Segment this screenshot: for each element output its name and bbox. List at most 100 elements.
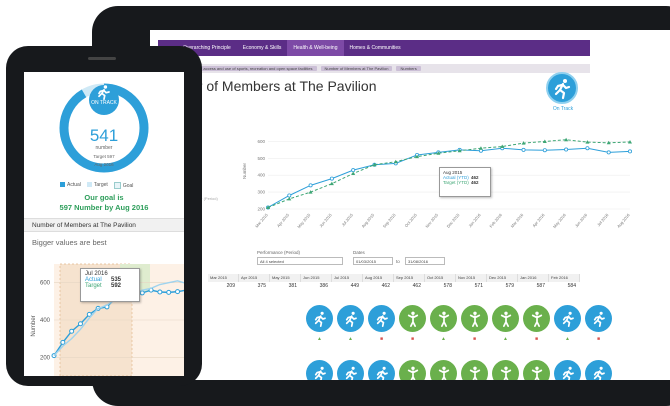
date-from-field[interactable]: 01/03/2015 [353,257,393,265]
value-cell: 571 [474,283,483,289]
month-column-header: Nov 2015 [456,274,487,282]
x-tick-label: Jun 2016 [574,212,589,228]
standing-status-icon[interactable] [523,305,550,332]
month-column-header: Dec 2015 [487,274,518,282]
month-column-header: Apr 2015 [239,274,270,282]
data-point [542,148,547,153]
flag-row: ▲ ▲ ■ ■ ▲ ■ ▲ ■ ▲ ■ [306,336,612,344]
y-tick-label: 500 [257,156,265,161]
status-icon-row-2 [306,360,612,380]
running-status-icon[interactable] [585,360,612,380]
running-status-icon[interactable] [306,305,333,332]
month-column-header: Jul 2015 [332,274,363,282]
breadcrumb-item[interactable]: Improve access and use of sports, recrea… [183,66,317,71]
date-to-field[interactable]: 31/08/2016 [405,257,445,265]
month-column-header: Jan 2016 [518,274,549,282]
standing-status-icon[interactable] [492,360,519,380]
breadcrumb-item[interactable]: Numbers [396,66,421,71]
x-tick-label: May 2015 [296,212,312,229]
data-point [175,289,181,295]
trend-flag-icon: ▲ [565,336,570,342]
tooltip-target-label: Target (YTD) [443,180,469,185]
data-point [564,147,569,152]
x-tick-label: Jul 2015 [340,212,354,227]
standing-status-icon[interactable] [461,360,488,380]
section-title: Number of Members at The Pavilion [24,218,184,232]
nav-item-economy-skills[interactable]: Economy & Skills [237,40,288,56]
standing-status-icon[interactable] [523,360,550,380]
legend-target: Target [86,182,108,189]
performance-filter-label: Performance (Period) [257,250,301,255]
goal-statement: 597 Number by Aug 2016 [59,203,149,212]
performance-select[interactable]: All 4 selected [257,257,343,265]
standing-status-icon[interactable] [430,305,457,332]
running-status-icon[interactable] [306,360,333,380]
trend-flag-icon: ▲ [503,336,508,342]
data-point [287,193,292,198]
running-status-icon[interactable] [554,360,581,380]
month-column-header: Jun 2015 [301,274,332,282]
month-column-header: Feb 2016 [549,274,580,282]
value-cell: 449 [350,283,359,289]
value-cell: 386 [319,283,328,289]
value-cell: 587 [536,283,545,289]
x-tick-label: Dec 2015 [446,212,461,229]
value-cell: 578 [443,283,452,289]
date-to-label: to [396,259,400,264]
data-point [329,176,334,181]
data-point [139,290,145,296]
y-tick-label: 600 [40,281,51,287]
standing-status-icon[interactable] [492,305,519,332]
breadcrumb-item[interactable]: Number of Members at The Pavilion [320,66,393,71]
running-status-icon[interactable] [337,360,364,380]
x-tick-label: Jul 2016 [596,212,610,227]
trend-flag-icon: ▲ [441,336,446,342]
month-header-row: Mar 2015 Apr 2015 May 2015 Jun 2015 Jul 2015… [208,274,580,282]
standing-status-icon[interactable] [399,305,426,332]
tooltip-target-label: Target [85,283,102,289]
trend-flag-icon: ■ [379,336,384,342]
trend-flag-icon: ■ [534,336,539,342]
nav-item-health-wellbeing[interactable]: Health & Well-being [287,40,344,56]
y-tick-label: 400 [40,318,51,324]
y-tick-label: 400 [257,173,265,178]
nav-item-homes-communities[interactable]: Homes & Communities [344,40,407,56]
data-point [521,147,526,152]
x-tick-label: Aug 2015 [360,212,375,229]
legend-goal: Goal [113,182,133,189]
data-point [166,289,172,295]
target-point [351,171,356,176]
top-navigation: me Overarching Principle Economy & Skill… [158,40,590,56]
running-status-icon[interactable] [585,305,612,332]
standing-status-icon[interactable] [399,360,426,380]
status-icon-row [306,305,612,332]
trend-flag-icon: ■ [596,336,601,342]
standing-status-icon[interactable] [461,305,488,332]
running-status-icon[interactable] [368,360,395,380]
data-point [77,321,83,327]
chart-tooltip: Aug 2015 Actual (YTD) 462 Target (YTD) 462 [439,167,491,197]
tablet-screen: me Overarching Principle Economy & Skill… [150,30,670,380]
x-tick-label: Feb 2016 [488,212,503,229]
trend-flag-icon: ■ [410,336,415,342]
data-point [60,339,66,345]
running-status-icon[interactable] [554,305,581,332]
data-point [351,168,356,173]
data-point [585,146,590,151]
data-point [69,328,75,334]
running-person-icon [554,79,571,100]
x-tick-label: Mar 2015 [254,212,269,229]
y-tick-label: 600 [257,139,265,144]
tooltip-target-value: 462 [471,180,479,185]
running-status-icon[interactable] [368,305,395,332]
dates-label: Dates [353,250,365,255]
x-tick-label: Apr 2016 [531,212,546,228]
data-point [308,183,313,188]
running-status-icon[interactable] [337,305,364,332]
x-tick-label: Oct 2015 [404,212,419,228]
x-tick-label: Apr 2015 [276,212,291,228]
gauge-date: Aug 2016 [94,162,114,167]
month-column-header: Aug 2015 [363,274,394,282]
standing-status-icon[interactable] [430,360,457,380]
tooltip-target-value: 592 [111,283,122,289]
